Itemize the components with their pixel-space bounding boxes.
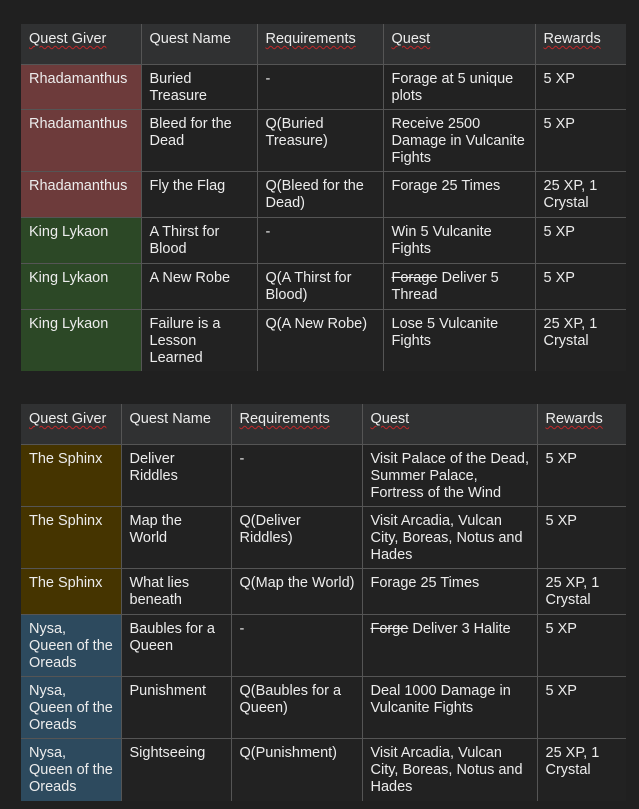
quest-cell: Forge Deliver 3 Halite	[361, 614, 538, 677]
quest-giver-cell: King Lykaon	[21, 309, 142, 371]
rewards-cell: 5 XP	[534, 64, 626, 110]
rewards-cell: 5 XP	[534, 217, 626, 264]
quest-cell: Forage 25 Times	[382, 171, 536, 218]
table-row: King Lykaon A New Robe Q(A Thirst for Bloo…	[21, 263, 626, 310]
quest-giver-cell: The Sphinx	[21, 506, 122, 569]
rewards-cell: 5 XP	[534, 109, 626, 172]
quest-cell: Win 5 Vulcanite Fights	[382, 217, 536, 264]
header-rewards: Rewards	[534, 24, 626, 65]
rewards-cell: 5 XP	[536, 614, 626, 677]
quest-cell: Forage at 5 unique plots	[382, 64, 536, 110]
requirements-cell: -	[230, 614, 363, 677]
header-quest: Quest	[361, 404, 538, 445]
quest-name-cell: Map the World	[120, 506, 232, 569]
quest-name-cell: What lies beneath	[120, 568, 232, 615]
requirements-cell: Q(A New Robe)	[256, 309, 384, 371]
requirements-cell: Q(A Thirst for Blood)	[256, 263, 384, 310]
table-row: Nysa, Queen of the Oreads Sightseeing Q(Pu…	[21, 738, 626, 801]
quest-table-2: Quest Giver Quest Name Requirements Ques…	[21, 404, 626, 801]
rewards-cell: 25 XP, 1 Crystal	[536, 568, 626, 615]
quest-name-cell: Buried Treasure	[140, 64, 258, 110]
header-rewards: Rewards	[536, 404, 626, 445]
quest-giver-cell: Rhadamanthus	[21, 64, 142, 110]
rewards-cell: 5 XP	[536, 676, 626, 739]
quest-cell: Forage Deliver 5 Thread	[382, 263, 536, 310]
header-quest: Quest	[382, 24, 536, 65]
rewards-cell: 25 XP, 1 Crystal	[536, 738, 626, 801]
requirements-cell: -	[230, 444, 363, 507]
quest-cell: Forage 25 Times	[361, 568, 538, 615]
quest-giver-cell: The Sphinx	[21, 444, 122, 507]
header-quest-name: Quest Name	[140, 24, 258, 65]
requirements-cell: Q(Map the World)	[230, 568, 363, 615]
quest-cell: Visit Arcadia, Vulcan City, Boreas, Notu…	[361, 506, 538, 569]
rewards-cell: 5 XP	[534, 263, 626, 310]
requirements-cell: Q(Bleed for the Dead)	[256, 171, 384, 218]
table-row: The Sphinx Deliver Riddles - Visit Palace o…	[21, 444, 626, 507]
table-row: Rhadamanthus Fly the Flag Q(Bleed for the …	[21, 171, 626, 218]
quest-name-cell: Punishment	[120, 676, 232, 739]
table-row: King Lykaon A Thirst for Blood - Win 5 Vulc…	[21, 217, 626, 264]
quest-table-1: Quest Giver Quest Name Requirements Ques…	[21, 24, 626, 371]
quest-giver-cell: Nysa, Queen of the Oreads	[21, 676, 122, 739]
quest-cell: Lose 5 Vulcanite Fights	[382, 309, 536, 371]
table-row: The Sphinx What lies beneath Q(Map the Wor…	[21, 568, 626, 615]
quest-cell: Receive 2500 Damage in Vulcanite Fights	[382, 109, 536, 172]
table-row: Rhadamanthus Buried Treasure - Forage at 5 …	[21, 64, 626, 110]
requirements-cell: Q(Punishment)	[230, 738, 363, 801]
quest-giver-cell: King Lykaon	[21, 263, 142, 310]
struck-text: Forage	[391, 270, 438, 286]
quest-name-cell: A New Robe	[140, 263, 258, 310]
quest-giver-cell: The Sphinx	[21, 568, 122, 615]
table-row: The Sphinx Map the World Q(Deliver Riddles…	[21, 506, 626, 569]
requirements-cell: Q(Buried Treasure)	[256, 109, 384, 172]
rewards-cell: 25 XP, 1 Crystal	[534, 309, 626, 371]
table-row: Nysa, Queen of the Oreads Baubles for a Q…	[21, 614, 626, 677]
quest-cell: Visit Palace of the Dead, Summer Palace,…	[361, 444, 538, 507]
quest-name-cell: Bleed for the Dead	[140, 109, 258, 172]
header-row: Quest Giver Quest Name Requirements Ques…	[21, 404, 626, 445]
struck-text: Forge	[370, 621, 409, 637]
quest-name-cell: Sightseeing	[120, 738, 232, 801]
requirements-cell: Q(Baubles for a Queen)	[230, 676, 363, 739]
quest-name-cell: Fly the Flag	[140, 171, 258, 218]
quest-name-cell: Deliver Riddles	[120, 444, 232, 507]
header-row: Quest Giver Quest Name Requirements Ques…	[21, 24, 626, 65]
requirements-cell: Q(Deliver Riddles)	[230, 506, 363, 569]
rewards-cell: 5 XP	[536, 444, 626, 507]
header-quest-giver: Quest Giver	[21, 404, 122, 445]
header-quest-giver: Quest Giver	[21, 24, 142, 65]
header-quest-name: Quest Name	[120, 404, 232, 445]
quest-giver-cell: King Lykaon	[21, 217, 142, 264]
rewards-cell: 5 XP	[536, 506, 626, 569]
table-row: Nysa, Queen of the Oreads Punishment Q(Bau…	[21, 676, 626, 739]
quest-cell: Deal 1000 Damage in Vulcanite Fights	[361, 676, 538, 739]
quest-giver-cell: Rhadamanthus	[21, 109, 142, 172]
quest-name-cell: A Thirst for Blood	[140, 217, 258, 264]
table-row: Rhadamanthus Bleed for the Dead Q(Buried T…	[21, 109, 626, 172]
requirements-cell: -	[256, 217, 384, 264]
quest-cell: Visit Arcadia, Vulcan City, Boreas, Notu…	[361, 738, 538, 801]
quest-name-cell: Baubles for a Queen	[120, 614, 232, 677]
quest-giver-cell: Nysa, Queen of the Oreads	[21, 738, 122, 801]
requirements-cell: -	[256, 64, 384, 110]
header-requirements: Requirements	[256, 24, 384, 65]
quest-giver-cell: Nysa, Queen of the Oreads	[21, 614, 122, 677]
header-requirements: Requirements	[230, 404, 363, 445]
table-row: King Lykaon Failure is a Lesson Learned Q(…	[21, 309, 626, 371]
quest-giver-cell: Rhadamanthus	[21, 171, 142, 218]
quest-name-cell: Failure is a Lesson Learned	[140, 309, 258, 371]
rewards-cell: 25 XP, 1 Crystal	[534, 171, 626, 218]
